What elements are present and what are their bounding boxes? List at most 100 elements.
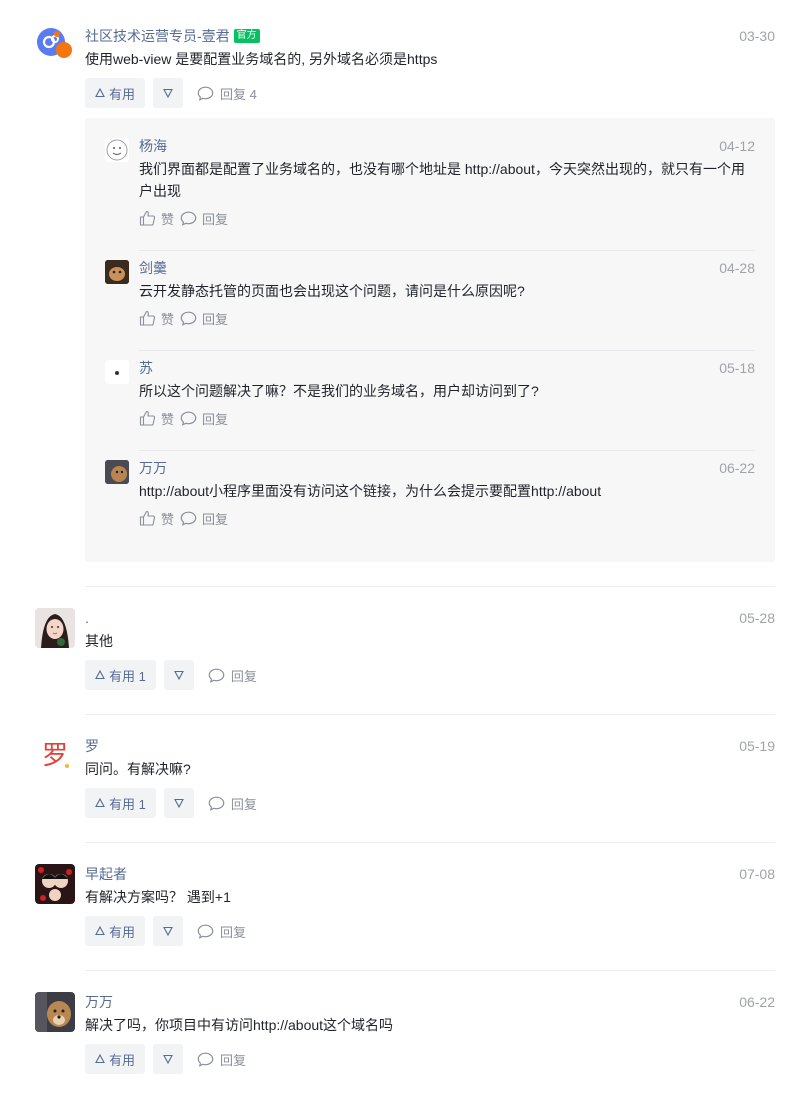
reply-author[interactable]: 苏 bbox=[139, 358, 755, 378]
reply-label: 回复 bbox=[202, 311, 229, 327]
comment-author[interactable]: 早起者 bbox=[85, 864, 775, 884]
reply-author[interactable]: 万万 bbox=[139, 458, 755, 478]
comment-bubble-icon bbox=[208, 796, 225, 811]
reply-text: 所以这个问题解决了嘛？不是我们的业务域名，用户却访问到了? bbox=[139, 383, 539, 399]
cartoon-couple-icon bbox=[35, 864, 75, 904]
reply-author[interactable]: 剑羹 bbox=[139, 258, 755, 278]
triangle-up-icon bbox=[95, 926, 105, 936]
comment-actions: 有用 回复 bbox=[85, 1044, 775, 1074]
reply-actions: 赞 回复 bbox=[139, 308, 755, 328]
comment-bubble-icon bbox=[197, 924, 214, 939]
like-button[interactable]: 赞 bbox=[139, 209, 174, 228]
divider bbox=[85, 970, 775, 971]
reply-button[interactable]: 回复 bbox=[208, 666, 257, 685]
comment-bubble-icon bbox=[180, 411, 197, 426]
reply-label: 回复 bbox=[220, 924, 247, 940]
avatar[interactable] bbox=[105, 138, 129, 162]
avatar[interactable] bbox=[35, 992, 75, 1032]
reply-label: 回复 bbox=[230, 668, 257, 684]
comment-date: 06-22 bbox=[739, 994, 775, 1010]
author-name[interactable]: 社区技术运营专员-壹君 bbox=[85, 26, 230, 46]
avatar[interactable] bbox=[105, 460, 129, 484]
like-label: 赞 bbox=[161, 511, 175, 527]
useful-label: 有用 1 bbox=[109, 668, 146, 684]
triangle-down-icon bbox=[163, 1054, 173, 1064]
reply-button[interactable]: 回复 bbox=[208, 794, 257, 813]
triangle-down-icon bbox=[163, 926, 173, 936]
reply-button[interactable]: 回复 bbox=[197, 1050, 246, 1069]
dot-avatar-icon bbox=[105, 360, 129, 384]
triangle-up-icon bbox=[95, 88, 105, 98]
divider bbox=[139, 350, 755, 351]
not-useful-button[interactable] bbox=[163, 788, 194, 818]
avatar[interactable] bbox=[35, 26, 75, 66]
useful-label: 有用 bbox=[109, 1052, 136, 1068]
comment-text: 其他 bbox=[85, 633, 113, 649]
comment-text: 同问。有解决嘛? bbox=[85, 761, 191, 777]
useful-button[interactable]: 有用 bbox=[85, 1044, 146, 1074]
comment-text: 解决了吗，你项目中有访问http://about这个域名吗 bbox=[85, 1017, 394, 1033]
divider bbox=[85, 714, 775, 715]
like-button[interactable]: 赞 bbox=[139, 309, 174, 328]
triangle-down-icon bbox=[173, 798, 184, 808]
miniprogram-logo-icon bbox=[37, 28, 72, 58]
comment-author[interactable]: 社区技术运营专员-壹君 官方 bbox=[85, 26, 775, 46]
svg-text:罗: 罗 bbox=[42, 741, 68, 771]
girl-photo-icon bbox=[35, 608, 75, 648]
comment-author[interactable]: 万万 bbox=[85, 992, 775, 1012]
useful-button[interactable]: 有用 bbox=[85, 916, 146, 946]
avatar[interactable] bbox=[105, 260, 129, 284]
reply-button[interactable]: 回复 4 bbox=[197, 84, 257, 103]
reply-author[interactable]: 杨海 bbox=[139, 136, 755, 156]
useful-label: 有用 bbox=[109, 924, 136, 940]
reply-button[interactable]: 回复 bbox=[180, 509, 228, 528]
useful-button[interactable]: 有用 bbox=[85, 78, 146, 108]
reply-label: 回复 4 bbox=[220, 86, 257, 102]
triangle-down-icon bbox=[163, 88, 173, 98]
comment-actions: 有用 1 回复 bbox=[85, 660, 775, 690]
thumbs-up-icon bbox=[139, 410, 156, 426]
triangle-up-icon bbox=[95, 670, 105, 680]
useful-label: 有用 1 bbox=[109, 796, 146, 812]
avatar[interactable]: 罗 bbox=[35, 736, 75, 776]
comment-bubble-icon bbox=[197, 1052, 214, 1067]
useful-button[interactable]: 有用 1 bbox=[85, 788, 156, 818]
comment-author[interactable]: 罗 bbox=[85, 736, 775, 756]
avatar[interactable] bbox=[35, 608, 75, 648]
reply-date: 05-18 bbox=[719, 360, 755, 376]
dog-photo-icon bbox=[105, 460, 129, 484]
useful-label: 有用 bbox=[109, 86, 136, 102]
not-useful-button[interactable] bbox=[163, 660, 194, 690]
avatar[interactable] bbox=[35, 864, 75, 904]
triangle-up-icon bbox=[95, 798, 105, 808]
divider bbox=[85, 586, 775, 587]
reply-text: 云开发静态托管的页面也会出现这个问题，请问是什么原因呢? bbox=[139, 283, 525, 299]
reply-date: 04-12 bbox=[719, 138, 755, 154]
reply-button[interactable]: 回复 bbox=[180, 309, 228, 328]
like-label: 赞 bbox=[161, 411, 175, 427]
comment-bubble-icon bbox=[180, 511, 197, 526]
avatar[interactable] bbox=[105, 360, 129, 384]
like-button[interactable]: 赞 bbox=[139, 409, 174, 428]
not-useful-button[interactable] bbox=[153, 78, 184, 108]
like-button[interactable]: 赞 bbox=[139, 509, 174, 528]
comment-bubble-icon bbox=[197, 86, 214, 101]
reply-label: 回复 bbox=[202, 211, 229, 227]
comment-author[interactable]: . bbox=[85, 608, 775, 628]
reply-button[interactable]: 回复 bbox=[180, 209, 228, 228]
reply-button[interactable]: 回复 bbox=[197, 922, 246, 941]
handwritten-luo-icon: 罗 bbox=[35, 736, 75, 776]
comment-date: 05-19 bbox=[739, 738, 775, 754]
comment-actions: 有用 1 回复 bbox=[85, 788, 775, 818]
not-useful-button[interactable] bbox=[153, 1044, 184, 1074]
thumbs-up-icon bbox=[139, 310, 156, 326]
reply-button[interactable]: 回复 bbox=[180, 409, 228, 428]
like-label: 赞 bbox=[161, 211, 175, 227]
divider bbox=[139, 450, 755, 451]
not-useful-button[interactable] bbox=[153, 916, 184, 946]
reply-thread: 杨海 04-12 我们界面都是配置了业务域名的，也没有哪个地址是 http://… bbox=[85, 118, 775, 562]
useful-button[interactable]: 有用 1 bbox=[85, 660, 156, 690]
reply-label: 回复 bbox=[220, 1052, 247, 1068]
divider bbox=[139, 250, 755, 251]
comment-date: 05-28 bbox=[739, 610, 775, 626]
